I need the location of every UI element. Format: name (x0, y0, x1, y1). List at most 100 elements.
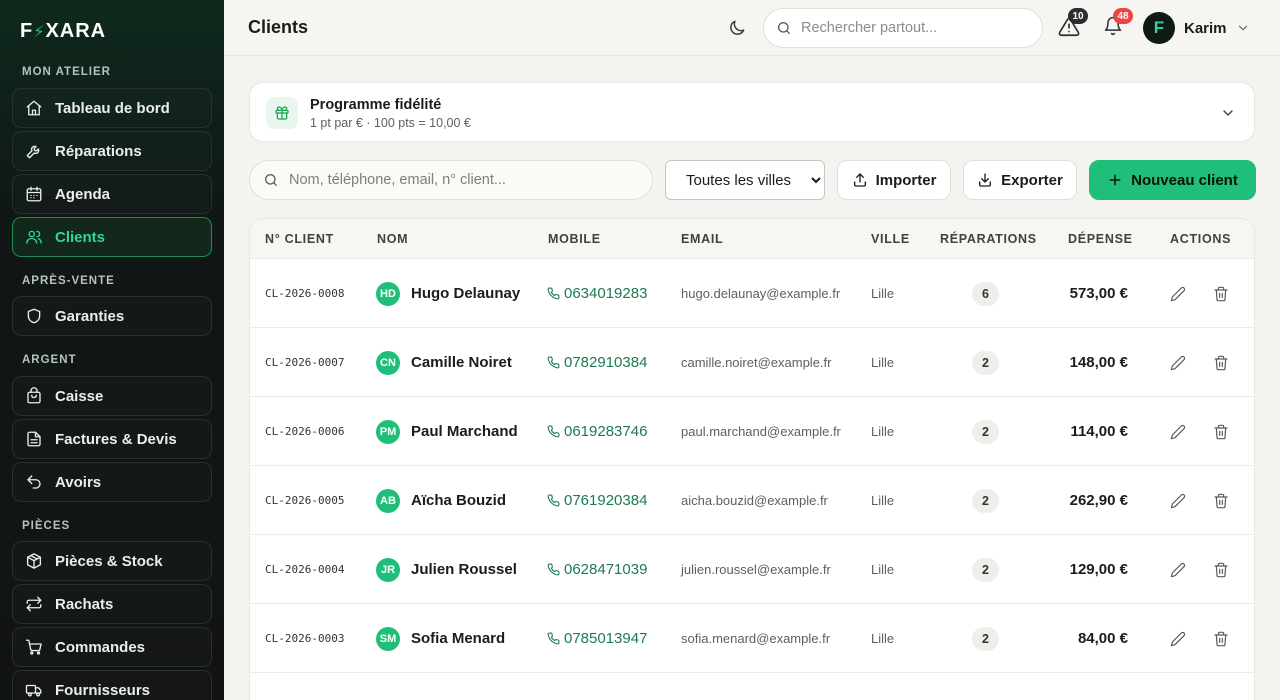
client-name[interactable]: Sofia Menard (411, 630, 505, 647)
client-spend: 262,90 € (1069, 492, 1128, 509)
sidebar-item-label: Clients (55, 228, 106, 246)
import-label: Importer (875, 171, 937, 189)
sidebar-item-clients[interactable]: Clients (12, 217, 212, 257)
page-title: Clients (248, 17, 309, 37)
column-header-name[interactable]: NOM (377, 232, 408, 246)
table-row[interactable]: CL-2026-0006 PM Paul Marchand 0619283746… (250, 397, 1254, 466)
chevron-down-icon[interactable] (1220, 105, 1236, 121)
phone-icon (547, 356, 560, 369)
client-initials-avatar: AB (376, 488, 400, 513)
edit-icon[interactable] (1170, 493, 1186, 509)
trash-icon[interactable] (1213, 493, 1229, 509)
sidebar-item-commandes[interactable]: Commandes (12, 627, 212, 667)
client-mobile-link[interactable]: 0782910384 (547, 328, 647, 397)
trash-icon[interactable] (1213, 424, 1229, 440)
moon-icon[interactable] (727, 18, 747, 38)
client-name[interactable]: Camille Noiret (411, 354, 512, 371)
client-mobile-link[interactable]: 0634019283 (547, 259, 647, 328)
sidebar-item-rachats[interactable]: Rachats (12, 584, 212, 624)
gift-icon (266, 97, 298, 129)
box-icon (26, 553, 42, 569)
client-city: Lille (871, 493, 895, 508)
sidebar-item-label: Pièces & Stock (55, 552, 163, 570)
edit-icon[interactable] (1170, 424, 1186, 440)
sidebar-item-caisse[interactable]: Caisse (12, 376, 212, 416)
loyalty-program-panel[interactable]: Programme fidélité 1 pt par € · 100 pts … (249, 82, 1255, 142)
client-search-input[interactable] (289, 172, 629, 188)
sidebar-item-pieces-stock[interactable]: Pièces & Stock (12, 541, 212, 581)
document-icon (27, 431, 41, 447)
global-search-input[interactable] (801, 20, 1021, 36)
column-header-email[interactable]: EMAIL (681, 232, 723, 246)
table-row[interactable]: CL-2026-0005 AB Aïcha Bouzid 0761920384 … (250, 466, 1254, 535)
client-name[interactable]: Julien Roussel (411, 561, 517, 578)
client-name[interactable]: Aïcha Bouzid (411, 492, 506, 509)
table-row[interactable]: CL-2026-0007 CN Camille Noiret 078291038… (250, 328, 1254, 397)
export-button[interactable]: Exporter (963, 160, 1077, 200)
sidebar-item-reparations[interactable]: Réparations (12, 131, 212, 171)
client-number: CL-2026-0004 (265, 563, 345, 576)
city-filter-select[interactable]: Toutes les villes (665, 160, 825, 200)
client-name[interactable]: Hugo Delaunay (411, 285, 520, 302)
trash-icon[interactable] (1213, 631, 1229, 647)
sidebar-item-garanties[interactable]: Garanties (12, 296, 212, 336)
notifications-badge: 48 (1113, 8, 1133, 24)
sidebar-item-agenda[interactable]: Agenda (12, 174, 212, 214)
client-name[interactable]: Paul Marchand (411, 423, 518, 440)
app-logo[interactable]: F⚡XARA (20, 20, 106, 43)
upload-icon (853, 173, 866, 187)
edit-icon[interactable] (1170, 631, 1186, 647)
column-header-city[interactable]: VILLE (871, 232, 910, 246)
table-row[interactable]: CL-2026-0003 SM Sofia Menard 0785013947 … (250, 604, 1254, 673)
table-row[interactable]: CL-2026-0004 JR Julien Roussel 062847103… (250, 535, 1254, 604)
column-header-repairs[interactable]: RÉPARATIONS (940, 232, 1037, 246)
client-spend: 84,00 € (1077, 630, 1128, 647)
trash-icon[interactable] (1213, 286, 1229, 302)
export-label: Exporter (1001, 171, 1063, 189)
user-menu[interactable]: F Karim (1143, 12, 1250, 44)
edit-icon[interactable] (1170, 286, 1186, 302)
trash-icon[interactable] (1213, 355, 1229, 371)
client-mobile-link[interactable]: 0619283746 (547, 397, 647, 466)
table-row[interactable]: CL-2026-0008 HD Hugo Delaunay 0634019283… (250, 259, 1254, 328)
shield-icon (27, 308, 41, 324)
client-mobile-link[interactable]: 0761920384 (547, 466, 647, 535)
client-mobile: 0634019283 (564, 285, 648, 302)
nav-section-title: MON ATELIER (22, 66, 111, 78)
edit-icon[interactable] (1170, 562, 1186, 578)
sidebar-item-label: Agenda (55, 185, 111, 203)
edit-icon[interactable] (1170, 355, 1186, 371)
client-city: Lille (871, 631, 895, 646)
client-city: Lille (871, 562, 895, 577)
client-mobile: 0628471039 (564, 561, 648, 578)
sidebar-item-avoirs[interactable]: Avoirs (12, 462, 212, 502)
alerts-badge: 10 (1068, 8, 1088, 24)
wrench-icon (26, 145, 40, 159)
column-header-mobile[interactable]: MOBILE (548, 232, 601, 246)
home-icon (26, 100, 42, 116)
client-city: Lille (871, 424, 895, 439)
trash-icon[interactable] (1213, 562, 1229, 578)
client-email: julien.roussel@example.fr (681, 562, 831, 577)
global-search[interactable] (763, 8, 1043, 48)
repairs-count-badge: 2 (972, 488, 999, 513)
client-mobile-link[interactable]: 0785013947 (547, 604, 647, 673)
notifications-button[interactable]: 48 (1103, 8, 1133, 40)
user-name: Karim (1184, 19, 1227, 37)
users-icon (26, 230, 42, 244)
sidebar-item-factures-devis[interactable]: Factures & Devis (12, 419, 212, 459)
column-header-spend[interactable]: DÉPENSE (1068, 232, 1133, 246)
client-initials-avatar: PM (376, 419, 400, 444)
register-icon (27, 387, 41, 404)
nav-section-title: PIÈCES (22, 520, 71, 532)
sidebar-item-tableau-de-bord[interactable]: Tableau de bord (12, 88, 212, 128)
client-search[interactable] (249, 160, 653, 200)
client-mobile: 0785013947 (564, 630, 648, 647)
new-client-button[interactable]: Nouveau client (1089, 160, 1256, 200)
sidebar-item-fournisseurs[interactable]: Fournisseurs (12, 670, 212, 700)
column-header-num[interactable]: N° CLIENT (265, 232, 334, 246)
sidebar-item-label: Rachats (55, 595, 114, 613)
alerts-button[interactable]: 10 (1058, 8, 1088, 40)
import-button[interactable]: Importer (837, 160, 951, 200)
client-mobile-link[interactable]: 0628471039 (547, 535, 647, 604)
